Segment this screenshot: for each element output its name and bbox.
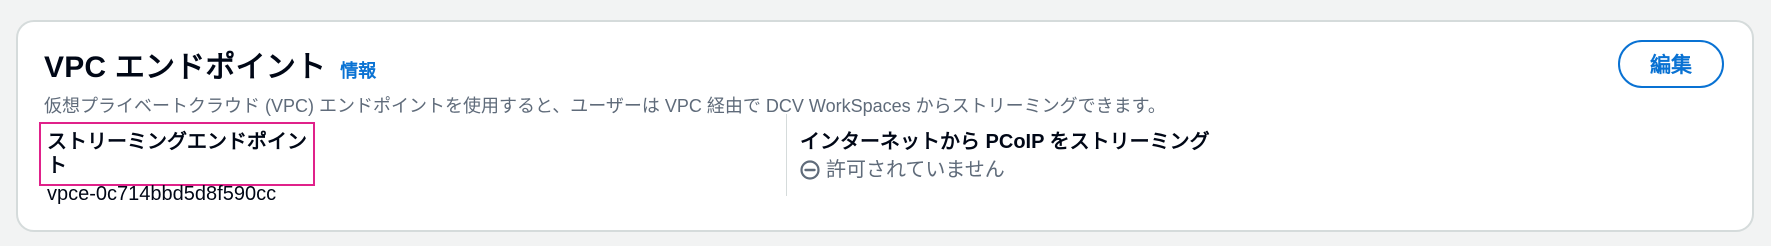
- page: VPC エンドポイント 情報 編集 仮想プライベートクラウド (VPC) エンド…: [0, 0, 1771, 246]
- internet-pcoip-status: 許可されていません: [800, 156, 1210, 184]
- internet-pcoip-label: インターネットから PCoIP をストリーミング: [800, 131, 1210, 153]
- internet-pcoip-field: インターネットから PCoIP をストリーミング 許可されていません: [800, 122, 1210, 184]
- edit-button[interactable]: 編集: [1618, 40, 1724, 88]
- panel-description: 仮想プライベートクラウド (VPC) エンドポイントを使用すると、ユーザーは V…: [44, 96, 1166, 116]
- internet-pcoip-value: 許可されていません: [826, 159, 1005, 181]
- streaming-endpoint-label: ストリーミングエンドポイント: [47, 131, 307, 177]
- panel-title: VPC エンドポイント: [44, 51, 327, 84]
- panel-header: VPC エンドポイント 情報: [44, 42, 376, 86]
- info-link[interactable]: 情報: [340, 57, 376, 83]
- not-allowed-icon: [800, 160, 820, 180]
- column-divider: [786, 114, 787, 196]
- streaming-endpoint-value: vpce-0c714bbd5d8f590cc: [47, 183, 277, 205]
- vpc-endpoint-panel: VPC エンドポイント 情報 編集 仮想プライベートクラウド (VPC) エンド…: [16, 20, 1754, 232]
- streaming-endpoint-field: ストリーミングエンドポイント vpce-0c714bbd5d8f590cc: [39, 122, 315, 205]
